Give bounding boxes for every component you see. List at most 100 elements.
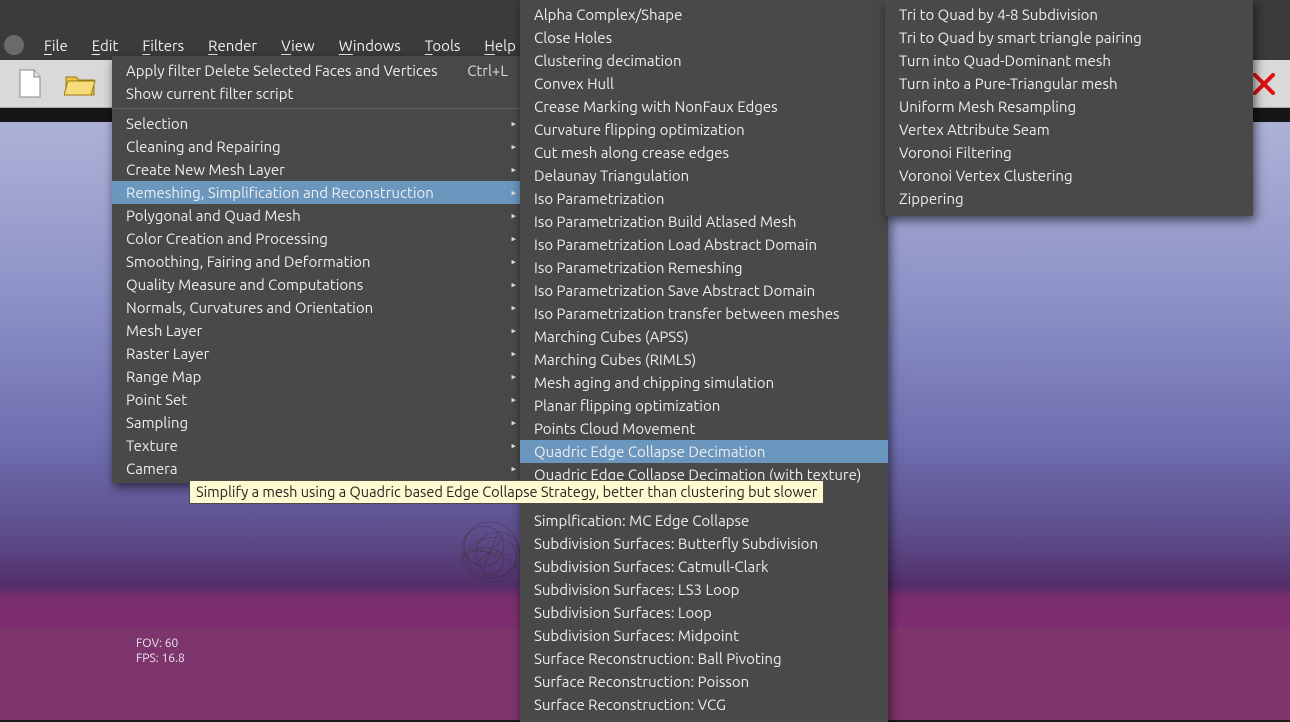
remeshing-item[interactable]: Voronoi Filtering (885, 141, 1253, 164)
menu-item-label: Sampling (126, 414, 188, 431)
menu-view[interactable]: View (269, 33, 327, 58)
hud-fov: FOV: 60 (136, 636, 185, 651)
chevron-right-icon: ▸ (511, 440, 516, 451)
remeshing-item[interactable]: Turn into Quad-Dominant mesh (885, 49, 1253, 72)
filters-group[interactable]: Smoothing, Fairing and Deformation▸ (112, 250, 522, 273)
chevron-right-icon: ▸ (511, 210, 516, 221)
filters-group[interactable]: Range Map ▸ (112, 365, 522, 388)
menu-item-label: Uniform Mesh Resampling (899, 98, 1076, 115)
remeshing-item[interactable]: Crease Marking with NonFaux Edges (520, 95, 888, 118)
menu-item-label: Curvature flipping optimization (534, 121, 745, 138)
remeshing-item[interactable]: Turn into a Pure-Triangular mesh (885, 72, 1253, 95)
filters-group[interactable]: Cleaning and Repairing▸ (112, 135, 522, 158)
menu-item-label: Remeshing, Simplification and Reconstruc… (126, 184, 434, 201)
filters-group[interactable]: Texture ▸ (112, 434, 522, 457)
menu-tools[interactable]: Tools (413, 33, 473, 58)
remeshing-item[interactable]: Iso Parametrization (520, 187, 888, 210)
filters-group[interactable]: Camera▸ (112, 457, 522, 480)
menu-item-label: Iso Parametrization Remeshing (534, 259, 743, 276)
remeshing-item[interactable]: Voronoi Vertex Clustering (885, 164, 1253, 187)
remeshing-item[interactable]: Zippering (885, 187, 1253, 210)
menu-item-label: Surface Reconstruction: Ball Pivoting (534, 650, 782, 667)
filters-group[interactable]: Point Set ▸ (112, 388, 522, 411)
remeshing-item[interactable]: Surface Reconstruction: Ball Pivoting (520, 647, 888, 670)
remeshing-item[interactable]: Simplfication: MC Edge Collapse (520, 509, 888, 532)
menu-item-label: Turn into Quad-Dominant mesh (899, 52, 1111, 69)
remeshing-item[interactable]: Iso Parametrization transfer between mes… (520, 302, 888, 325)
remeshing-item[interactable]: Iso Parametrization Load Abstract Domain (520, 233, 888, 256)
filters-group[interactable]: Create New Mesh Layer▸ (112, 158, 522, 181)
menu-item-label: Mesh aging and chipping simulation (534, 374, 774, 391)
menu-item-label: Alpha Complex/Shape (534, 6, 682, 23)
remeshing-item[interactable]: Subdivision Surfaces: LS3 Loop (520, 578, 888, 601)
remeshing-item[interactable]: Delaunay Triangulation (520, 164, 888, 187)
filters-group[interactable]: Polygonal and Quad Mesh▸ (112, 204, 522, 227)
menu-edit[interactable]: Edit (80, 33, 131, 58)
remeshing-item[interactable]: Surface Reconstruction: Poisson (520, 670, 888, 693)
new-document-button[interactable] (10, 66, 50, 102)
remeshing-item[interactable]: Cut mesh along crease edges (520, 141, 888, 164)
chevron-right-icon: ▸ (511, 371, 516, 382)
remeshing-item[interactable]: Planar flipping optimization (520, 394, 888, 417)
menu-item-label: Iso Parametrization (534, 190, 664, 207)
remeshing-menu-col1: Alpha Complex/Shape Close Holes Clustering… (520, 0, 888, 722)
remeshing-item[interactable]: Tri to Quad by smart triangle pairing (885, 26, 1253, 49)
remeshing-item[interactable]: Mesh aging and chipping simulation (520, 371, 888, 394)
filters-group[interactable]: Sampling ▸ (112, 411, 522, 434)
menu-item-label: Selection (126, 115, 188, 132)
menu-item-label: Planar flipping optimization (534, 397, 720, 414)
menu-item-label: Point Set (126, 391, 187, 408)
remeshing-item[interactable]: Close Holes (520, 26, 888, 49)
remeshing-item[interactable]: Iso Parametrization Build Atlased Mesh (520, 210, 888, 233)
menu-item-label: Convex Hull (534, 75, 614, 92)
menu-file[interactable]: File (32, 33, 80, 58)
menu-item-label: Close Holes (534, 29, 612, 46)
filters-group[interactable]: Quality Measure and Computations▸ (112, 273, 522, 296)
remeshing-item[interactable]: Tri to Quad by 4-8 Subdivision (885, 3, 1253, 26)
filters-group[interactable]: Normals, Curvatures and Orientation▸ (112, 296, 522, 319)
remeshing-item[interactable]: Subdivision Surfaces: Loop (520, 601, 888, 624)
remeshing-item[interactable]: Clustering decimation (520, 49, 888, 72)
menu-item-label: Cut mesh along crease edges (534, 144, 729, 161)
remeshing-item[interactable]: Marching Cubes (RIMLS) (520, 348, 888, 371)
remeshing-item[interactable]: Iso Parametrization Save Abstract Domain (520, 279, 888, 302)
menu-item-show-script[interactable]: Show current filter script (112, 82, 522, 105)
remeshing-item[interactable]: Iso Parametrization Remeshing (520, 256, 888, 279)
chevron-right-icon: ▸ (511, 394, 516, 405)
remeshing-item[interactable]: Curvature flipping optimization (520, 118, 888, 141)
viewport-hud: FOV: 60 FPS: 16.8 (136, 636, 185, 666)
filters-group[interactable]: Mesh Layer▸ (112, 319, 522, 342)
menu-item-apply-filter[interactable]: Apply filter Delete Selected Faces and V… (112, 59, 522, 82)
open-file-button[interactable] (60, 66, 100, 102)
remeshing-item[interactable]: Subdivision Surfaces: Midpoint (520, 624, 888, 647)
app-icon (4, 35, 24, 55)
filters-group[interactable]: Color Creation and Processing▸ (112, 227, 522, 250)
remeshing-item[interactable]: Vertex Attribute Seam (885, 118, 1253, 141)
remeshing-item[interactable]: Alpha Complex/Shape (520, 3, 888, 26)
chevron-right-icon: ▸ (511, 141, 516, 152)
menu-item-label: Normals, Curvatures and Orientation (126, 299, 373, 316)
filters-group[interactable]: Raster Layer▸ (112, 342, 522, 365)
menu-item-label: Texture (126, 437, 178, 454)
remeshing-item[interactable]: Quadric Edge Collapse Decimation (520, 440, 888, 463)
menu-item-label: Crease Marking with NonFaux Edges (534, 98, 778, 115)
remeshing-item[interactable]: Uniform Mesh Resampling (885, 95, 1253, 118)
menu-item-label: Subdivision Surfaces: LS3 Loop (534, 581, 739, 598)
menu-item-label: Raster Layer (126, 345, 209, 362)
remeshing-item[interactable]: Convex Hull (520, 72, 888, 95)
filters-group[interactable]: Selection▸ (112, 112, 522, 135)
menu-render[interactable]: Render (196, 33, 269, 58)
menu-filters[interactable]: Filters (130, 33, 196, 58)
remeshing-item[interactable]: Marching Cubes (APSS) (520, 325, 888, 348)
remeshing-item[interactable]: Points Cloud Movement (520, 417, 888, 440)
chevron-right-icon: ▸ (511, 417, 516, 428)
chevron-right-icon: ▸ (511, 164, 516, 175)
filters-group[interactable]: Remeshing, Simplification and Reconstruc… (112, 181, 522, 204)
menu-item-label: Vertex Attribute Seam (899, 121, 1050, 138)
remeshing-item[interactable]: Surface Reconstruction: VCG (520, 693, 888, 716)
remeshing-item[interactable]: Subdivision Surfaces: Butterfly Subdivis… (520, 532, 888, 555)
menu-item-label: Range Map (126, 368, 201, 385)
remeshing-item[interactable]: Subdivision Surfaces: Catmull-Clark (520, 555, 888, 578)
menu-windows[interactable]: Windows (327, 33, 413, 58)
chevron-right-icon: ▸ (511, 463, 516, 474)
